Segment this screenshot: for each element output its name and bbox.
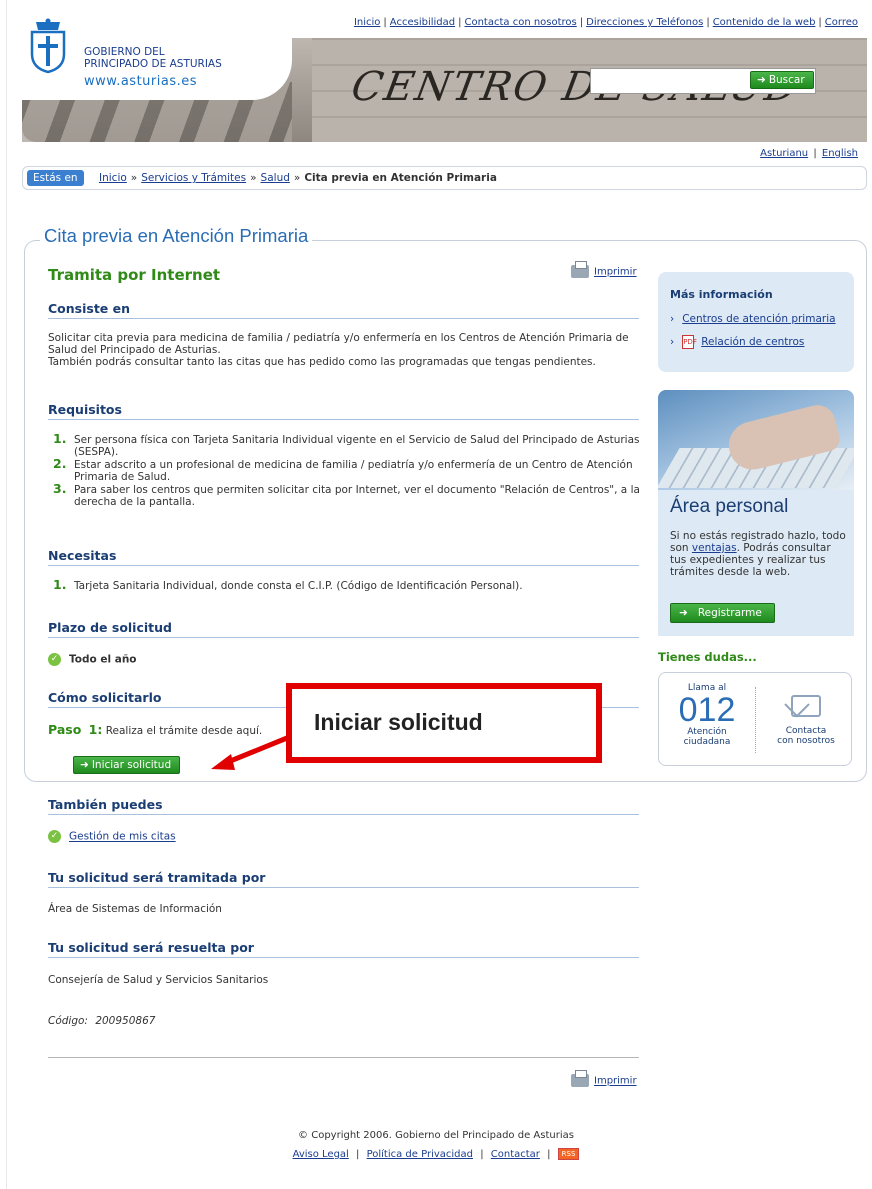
- logo-line2: PRINCIPADO DE ASTURIAS: [84, 58, 222, 70]
- relacion-centros-link[interactable]: Relación de centros: [701, 336, 804, 348]
- more-info-title: Más información: [670, 288, 773, 301]
- logo-url: www.asturias.es: [84, 74, 198, 89]
- breadcrumb-servicios[interactable]: Servicios y Trámites: [141, 172, 246, 184]
- top-link-correo[interactable]: Correo: [825, 17, 858, 28]
- section-requisitos: Requisitos: [48, 402, 639, 420]
- arrow-right-icon: ➜: [757, 74, 766, 86]
- phone-number: 012: [678, 691, 736, 729]
- tramitada-value: Área de Sistemas de Información: [48, 903, 222, 915]
- gestion-citas-link[interactable]: Gestión de mis citas: [69, 831, 176, 843]
- breadcrumb-salud[interactable]: Salud: [261, 172, 290, 184]
- area-personal-panel: Área personal Si no estás registrado haz…: [658, 390, 854, 636]
- print-icon: [571, 261, 589, 278]
- print-link-top[interactable]: Imprimir: [594, 267, 637, 278]
- list-item: 1. Tarjeta Sanitaria Individual, donde co…: [53, 577, 523, 592]
- print-link-bottom[interactable]: Imprimir: [594, 1076, 637, 1087]
- keyboard-photo: [658, 390, 854, 490]
- consiste-text: Solicitar cita previa para medicina de f…: [48, 332, 629, 368]
- top-link-inicio[interactable]: Inicio: [354, 17, 380, 28]
- ventajas-link[interactable]: ventajas: [692, 542, 737, 554]
- breadcrumb-label: Estás en: [27, 170, 84, 186]
- list-item: 2. Estar adscrito a un profesional de med…: [53, 456, 633, 483]
- phone-012-block[interactable]: Llama al 012 Atención ciudadana: [659, 683, 755, 747]
- page-left-border: [6, 0, 7, 1189]
- section-resuelta: Tu solicitud será resuelta por: [48, 940, 639, 958]
- dudas-title: Tienes dudas...: [658, 650, 757, 664]
- breadcrumb: Estás en Inicio» Servicios y Trámites» Sal…: [22, 166, 867, 190]
- lang-english[interactable]: English: [822, 148, 858, 159]
- arrow-right-icon: ➜: [80, 759, 89, 771]
- tambien-row: ✓ Gestión de mis citas: [48, 830, 643, 843]
- top-link-accesibilidad[interactable]: Accesibilidad: [390, 17, 455, 28]
- breadcrumb-current: Cita previa en Atención Primaria: [304, 172, 497, 184]
- footer-aviso-legal[interactable]: Aviso Legal: [293, 1149, 349, 1160]
- chevron-right-icon: ›: [670, 336, 675, 348]
- necesitas-list: 1. Tarjeta Sanitaria Individual, donde co…: [48, 577, 643, 593]
- contact-mail-block[interactable]: Contacta con nosotros: [759, 695, 853, 746]
- check-circle-icon: ✓: [48, 830, 61, 843]
- top-link-contacta[interactable]: Contacta con nosotros: [464, 17, 576, 28]
- asturias-crest-icon: [30, 18, 66, 74]
- breadcrumb-inicio[interactable]: Inicio: [99, 172, 127, 184]
- resuelta-value: Consejería de Salud y Servicios Sanitari…: [48, 974, 269, 986]
- more-info-panel: Más información › Centros de atención pri…: [658, 272, 854, 372]
- section-consiste: Consiste en: [48, 301, 639, 319]
- envelope-icon: [791, 695, 821, 717]
- annotation-label: Iniciar solicitud: [314, 709, 483, 735]
- codigo-row: Código: 200950867: [48, 1015, 156, 1027]
- content-divider: [48, 1057, 639, 1058]
- search-button[interactable]: ➜ Buscar: [750, 71, 814, 89]
- section-tambien: También puedes: [48, 797, 639, 815]
- language-switcher: Asturianu | English: [760, 148, 858, 159]
- area-personal-text: Si no estás registrado hazlo, todo son v…: [670, 530, 846, 578]
- registrarme-button[interactable]: ➜ Registrarme: [670, 603, 775, 623]
- section-tramitada: Tu solicitud será tramitada por: [48, 870, 639, 888]
- check-circle-icon: ✓: [48, 653, 61, 666]
- section-plazo: Plazo de solicitud: [48, 620, 639, 638]
- annotation-arrow-icon: [211, 735, 288, 770]
- contact-divider: [755, 687, 756, 753]
- plazo-value-row: ✓ Todo el año: [48, 653, 643, 666]
- chevron-right-icon: ›: [670, 313, 675, 325]
- list-item: 1. Ser persona física con Tarjeta Sanitar…: [53, 431, 640, 458]
- area-personal-title: Área personal: [670, 496, 789, 517]
- pdf-icon: PDF: [682, 335, 697, 349]
- footer-copyright: © Copyright 2006. Gobierno del Principad…: [298, 1130, 574, 1141]
- top-link-direcciones[interactable]: Direcciones y Teléfonos: [586, 17, 703, 28]
- section-necesitas: Necesitas: [48, 548, 639, 566]
- footer-links: Aviso Legal | Política de Privacidad | C…: [0, 1148, 872, 1160]
- centros-atencion-link[interactable]: Centros de atención primaria: [682, 313, 835, 325]
- lang-asturianu[interactable]: Asturianu: [760, 148, 808, 159]
- top-link-contenido[interactable]: Contenido de la web: [713, 17, 816, 28]
- arrow-right-icon: ➜: [679, 607, 688, 619]
- main-heading: Tramita por Internet: [48, 266, 221, 284]
- requisitos-list: 1. Ser persona física con Tarjeta Sanitar…: [48, 431, 643, 509]
- footer-contactar[interactable]: Contactar: [491, 1149, 540, 1160]
- page-title: Cita previa en Atención Primaria: [40, 225, 313, 247]
- iniciar-solicitud-button[interactable]: ➜ Iniciar solicitud: [73, 756, 181, 774]
- footer-privacidad[interactable]: Política de Privacidad: [367, 1149, 473, 1160]
- list-item: 3. Para saber los centros que permiten so…: [53, 481, 640, 508]
- logo-panel[interactable]: GOBIERNO DEL PRINCIPADO DE ASTURIAS www.…: [22, 10, 292, 100]
- contact-box: Llama al 012 Atención ciudadana Contacta…: [658, 672, 852, 766]
- header-banner: CENTRO DE SALUD GOBIERNO DEL PRINCIPADO …: [22, 10, 867, 142]
- top-links-bar: Inicio | Accesibilidad | Contacta con nosotr…: [353, 17, 858, 28]
- rss-icon[interactable]: RSS: [557, 1148, 580, 1160]
- annotation-box: Iniciar solicitud: [286, 683, 602, 763]
- print-icon: [571, 1070, 589, 1087]
- logo-line1: GOBIERNO DEL: [84, 46, 165, 58]
